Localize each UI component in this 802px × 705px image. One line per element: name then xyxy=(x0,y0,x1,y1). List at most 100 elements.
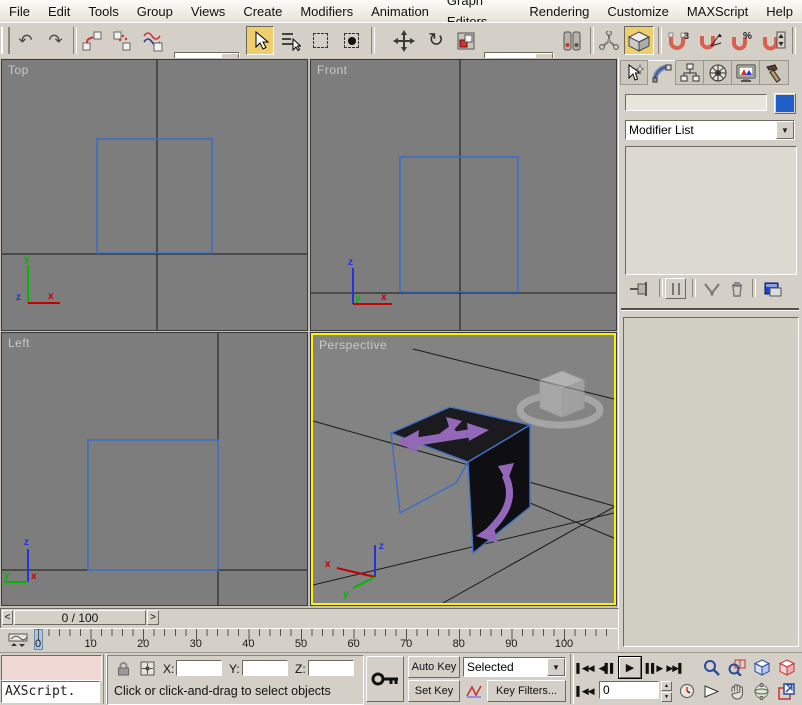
go-to-end-button[interactable]: ▶▶▌ xyxy=(665,658,685,678)
menu-modifiers[interactable]: Modifiers xyxy=(291,1,362,22)
select-and-link-button[interactable] xyxy=(78,26,105,55)
select-and-manipulate-button[interactable] xyxy=(596,26,622,55)
rollout-area[interactable] xyxy=(623,317,799,647)
selected-object-wireframe-top[interactable] xyxy=(97,139,212,253)
viewport-left[interactable]: z y x Left xyxy=(2,333,307,605)
menu-create[interactable]: Create xyxy=(234,1,291,22)
track-bar-ruler[interactable]: 0 10 20 30 40 50 60 70 80 90 100 xyxy=(33,629,614,651)
selection-lock-toggle[interactable] xyxy=(113,658,133,678)
object-name-field[interactable] xyxy=(625,94,767,111)
menu-animation[interactable]: Animation xyxy=(362,1,438,22)
key-mode-toggle-button[interactable]: ▌◀◀ xyxy=(575,680,595,702)
tab-modify[interactable] xyxy=(648,60,676,85)
frame-spinner[interactable]: ▲ ▼ xyxy=(661,681,672,701)
default-tangent-button[interactable] xyxy=(463,680,484,702)
key-mode-arrow-icon[interactable]: ▼ xyxy=(547,658,565,676)
play-animation-button[interactable]: ▶ xyxy=(619,657,641,678)
select-and-move-button[interactable] xyxy=(390,26,418,55)
zoom-button[interactable] xyxy=(700,656,723,678)
toolbar-grip[interactable] xyxy=(1,27,10,54)
track-bar[interactable]: 0 10 20 30 40 50 60 70 80 90 100 xyxy=(0,628,618,653)
undo-button[interactable]: ↶ xyxy=(12,26,39,55)
show-end-result-toggle[interactable] xyxy=(665,278,686,299)
field-of-view-button[interactable] xyxy=(700,680,723,702)
macro-recorder-pane[interactable] xyxy=(1,655,102,681)
z-coordinate-field[interactable] xyxy=(308,660,354,676)
key-mode-dropdown[interactable]: Selected ▼ xyxy=(463,657,566,677)
percent-snap-toggle-button[interactable]: % xyxy=(727,26,756,55)
angle-snap-toggle-button[interactable] xyxy=(695,26,724,55)
current-frame-field[interactable]: 0 xyxy=(599,681,659,699)
menu-views[interactable]: Views xyxy=(182,1,234,22)
key-filters-button[interactable]: Key Filters... xyxy=(487,680,566,702)
tab-utilities[interactable] xyxy=(760,60,789,85)
menu-file[interactable]: File xyxy=(0,1,39,22)
pin-stack-button[interactable] xyxy=(627,279,653,299)
configure-modifier-sets-button[interactable] xyxy=(760,279,786,299)
spinner-down-icon[interactable]: ▼ xyxy=(661,692,672,702)
bind-to-space-warp-button[interactable] xyxy=(138,26,168,55)
select-by-name-button[interactable] xyxy=(277,26,304,55)
previous-frame-button[interactable]: ◀▌▌ xyxy=(597,658,617,678)
viewport-perspective-label[interactable]: Perspective xyxy=(319,338,387,352)
zoom-extents-all-button[interactable] xyxy=(775,656,798,678)
absolute-mode-transform-toggle[interactable] xyxy=(137,658,157,678)
tab-display[interactable] xyxy=(732,60,760,85)
3d-snap-toggle-button[interactable]: 3 xyxy=(663,26,692,55)
menu-customize[interactable]: Customize xyxy=(598,1,677,22)
auto-key-button[interactable]: Auto Key xyxy=(408,656,460,678)
spinner-snap-toggle-button[interactable] xyxy=(759,26,788,55)
object-color-swatch[interactable] xyxy=(774,93,796,114)
zoom-all-button[interactable] xyxy=(725,656,748,678)
x-coordinate-field[interactable] xyxy=(176,660,222,676)
viewport-top-label[interactable]: Top xyxy=(8,63,29,77)
time-configuration-button[interactable] xyxy=(677,680,697,702)
select-object-button[interactable] xyxy=(246,26,274,55)
remove-modifier-button[interactable] xyxy=(726,279,747,299)
tab-motion[interactable] xyxy=(704,60,732,85)
menu-rendering[interactable]: Rendering xyxy=(520,1,598,22)
selected-object-wireframe-left[interactable] xyxy=(88,440,218,570)
next-frame-button[interactable]: ▌▌▶ xyxy=(644,658,664,678)
menu-edit[interactable]: Edit xyxy=(39,1,79,22)
window-crossing-toggle-button[interactable] xyxy=(337,26,366,55)
maximize-viewport-toggle[interactable] xyxy=(775,680,798,702)
zoom-extents-button[interactable] xyxy=(750,656,773,678)
next-frame-arrow[interactable]: > xyxy=(147,610,159,625)
y-coordinate-field[interactable] xyxy=(242,660,288,676)
viewport-front-label[interactable]: Front xyxy=(317,63,348,77)
use-pivot-point-center-button[interactable] xyxy=(558,26,586,55)
selected-object-wireframe-front[interactable] xyxy=(400,157,518,292)
tab-hierarchy[interactable] xyxy=(676,60,704,85)
viewport-top[interactable]: y x z Top xyxy=(2,60,307,330)
set-key-button[interactable]: Set Key xyxy=(408,680,460,702)
select-and-scale-button[interactable] xyxy=(452,26,480,55)
select-and-rotate-button[interactable]: ↻ xyxy=(422,26,450,55)
menu-maxscript[interactable]: MAXScript xyxy=(678,1,757,22)
viewport-left-label[interactable]: Left xyxy=(8,336,30,350)
rectangular-selection-region-button[interactable] xyxy=(307,26,334,55)
snaps-toggle-button[interactable] xyxy=(624,26,654,55)
redo-button[interactable]: ↷ xyxy=(42,26,69,55)
time-slider-thumb[interactable]: 0 / 100 xyxy=(14,610,146,625)
modifier-list-dropdown[interactable]: Modifier List ▼ xyxy=(625,120,795,140)
spinner-up-icon[interactable]: ▲ xyxy=(661,681,672,691)
menu-help[interactable]: Help xyxy=(757,1,802,22)
modifier-stack-list[interactable] xyxy=(625,146,797,275)
make-unique-button[interactable] xyxy=(701,279,722,299)
set-keys-button[interactable] xyxy=(366,656,404,702)
open-mini-curve-editor-button[interactable] xyxy=(4,631,31,650)
viewport-front[interactable]: z y x Front xyxy=(311,60,616,330)
previous-frame-arrow[interactable]: < xyxy=(2,610,13,625)
viewport-perspective[interactable]: z x y Perspective xyxy=(311,333,616,605)
unlink-selection-button[interactable] xyxy=(108,26,135,55)
menu-group[interactable]: Group xyxy=(128,1,182,22)
selected-object-3d[interactable] xyxy=(391,407,530,553)
tab-create[interactable] xyxy=(620,60,648,85)
modifier-list-arrow-icon[interactable]: ▼ xyxy=(776,121,794,139)
go-to-start-button[interactable]: ▌◀◀ xyxy=(575,658,595,678)
menu-tools[interactable]: Tools xyxy=(79,1,127,22)
maxscript-mini-listener[interactable]: AXScript. xyxy=(1,681,100,703)
pan-view-button[interactable] xyxy=(725,680,748,702)
arc-rotate-button[interactable] xyxy=(750,680,773,702)
